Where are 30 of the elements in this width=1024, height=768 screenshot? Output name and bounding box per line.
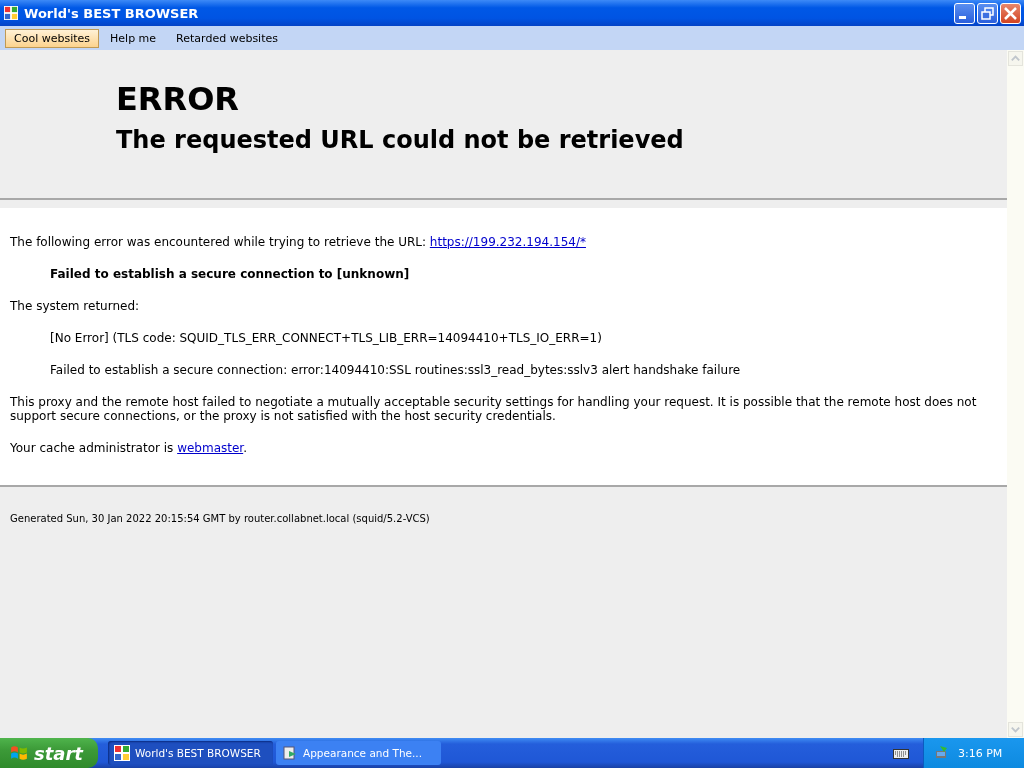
error-subheading: The requested URL could not be retrieved	[116, 126, 685, 154]
error-detail: Failed to establish a secure connection: error:14094410:SSL routines:ssl3_read_bytes:sslv3 alert handshake failure	[49, 363, 742, 377]
app-icon	[114, 745, 130, 761]
error-explanation: This proxy and the remote host failed to negotiate a mutually acceptable security settings for handling your request. It is possible that the remote host does not support secure connections, or the proxy is not satisfied with the host security credentials.	[10, 395, 978, 423]
error-detail: [No Error] (TLS code: SQUID_TLS_ERR_CONNECT+TLS_LIB_ERR=14094410+TLS_IO_ERR=1)	[49, 331, 603, 345]
url-link[interactable]: https://199.232.194.154/*	[429, 235, 586, 249]
webmaster-link[interactable]: webmaster	[177, 441, 244, 455]
close-icon	[1004, 6, 1017, 20]
menu-item[interactable]: Retarded websites	[167, 28, 287, 48]
minimize-button[interactable]	[954, 2, 975, 24]
taskbar-button[interactable]: Appearance and The...	[276, 741, 441, 765]
footer-text: Generated Sun, 30 Jan 2022 20:15:54 GMT by router.collabnet.local (squid/5.2-VCS)	[10, 513, 431, 524]
close-button[interactable]	[1000, 2, 1021, 24]
window-title: World's BEST BROWSER	[24, 5, 200, 21]
error-intro: The following error was encountered while trying to retrieve the URL: https://199.232.194.154/*	[10, 235, 587, 249]
admin-text: Your cache administrator is webmaster.	[10, 441, 248, 455]
restore-icon	[981, 6, 994, 20]
menu-item[interactable]: Cool websites	[5, 28, 100, 48]
system-label: The system returned:	[10, 299, 141, 313]
taskbar-button[interactable]: World's BEST BROWSER	[108, 741, 273, 765]
keyboard-icon[interactable]	[893, 747, 909, 759]
clock: 3:16 PM	[958, 746, 1003, 760]
minimize-icon	[959, 16, 966, 19]
start-button[interactable]: start	[0, 738, 98, 768]
error-title: Failed to establish a secure connection to [unknown]	[49, 267, 411, 281]
error-heading: ERROR	[116, 80, 240, 118]
windows-flag-icon	[10, 744, 28, 762]
app-icon	[4, 6, 18, 20]
maximize-button[interactable]	[977, 2, 998, 24]
menu-item[interactable]: Help me	[101, 28, 166, 48]
